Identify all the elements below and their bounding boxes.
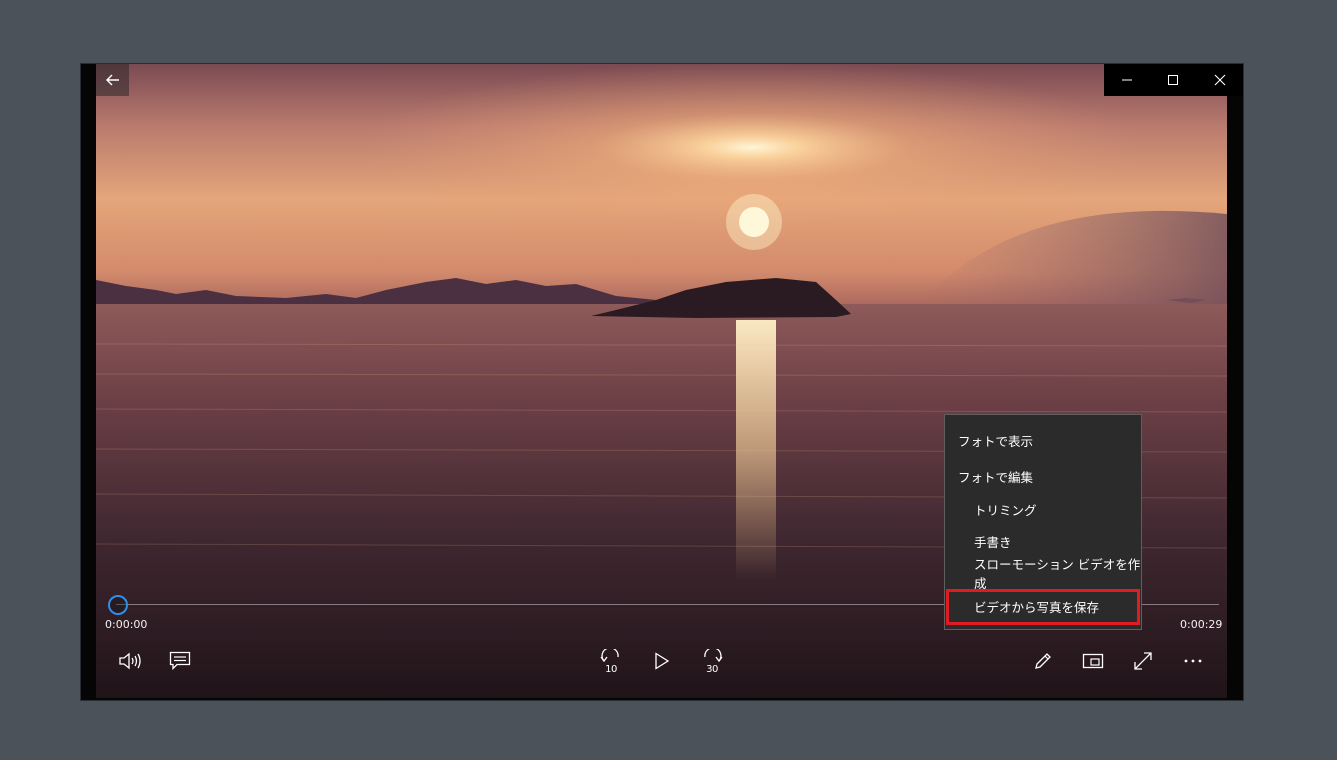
more-options-menu: フォトで表示 フォトで編集 トリミング 手書き スローモーション ビデオを作成 … — [944, 414, 1142, 630]
subtitles-icon — [169, 651, 191, 671]
seek-thumb[interactable] — [108, 595, 128, 615]
fullscreen-button[interactable] — [1128, 646, 1158, 676]
fullscreen-icon — [1133, 651, 1153, 671]
volume-icon — [118, 652, 142, 670]
menu-item-edit-in-photos[interactable]: フォトで編集 — [945, 460, 1141, 492]
menu-item-label: 手書き — [974, 534, 1012, 550]
mini-view-icon — [1082, 653, 1104, 669]
close-icon — [1214, 71, 1226, 90]
more-options-button[interactable] — [1178, 646, 1208, 676]
pencil-icon — [1033, 651, 1053, 671]
menu-item-label: スローモーション ビデオを作成 — [974, 557, 1141, 591]
menu-item-label: フォトで表示 — [958, 433, 1034, 449]
menu-item-draw[interactable]: 手書き — [945, 525, 1141, 557]
close-button[interactable] — [1197, 64, 1243, 96]
volume-button[interactable] — [115, 646, 145, 676]
more-icon — [1183, 658, 1203, 664]
window-title-controls — [1104, 64, 1243, 96]
maximize-button[interactable] — [1150, 64, 1196, 96]
minimize-button[interactable] — [1104, 64, 1150, 96]
maximize-icon — [1167, 71, 1179, 90]
skip-back-icon: 10 — [599, 649, 623, 675]
skip-forward-seconds: 30 — [706, 664, 718, 675]
skip-forward-icon: 30 — [700, 649, 724, 675]
subtitles-button[interactable] — [165, 646, 195, 676]
back-arrow-icon — [105, 71, 120, 90]
edit-button[interactable] — [1028, 646, 1058, 676]
total-time: 0:00:29 — [1180, 618, 1223, 631]
current-time: 0:00:00 — [105, 618, 148, 631]
menu-item-label: トリミング — [974, 502, 1037, 518]
minimize-icon — [1121, 71, 1133, 90]
menu-item-slow-motion[interactable]: スローモーション ビデオを作成 — [945, 557, 1141, 591]
menu-item-trim[interactable]: トリミング — [945, 493, 1141, 525]
play-icon — [654, 652, 670, 670]
skip-back-seconds: 10 — [605, 664, 617, 675]
back-button[interactable] — [96, 64, 129, 96]
play-button[interactable] — [647, 646, 677, 676]
highlight-annotation — [946, 589, 1140, 625]
menu-item-label: フォトで編集 — [958, 469, 1034, 485]
skip-back-button[interactable]: 10 — [596, 646, 626, 676]
skip-forward-button[interactable]: 30 — [697, 646, 727, 676]
menu-item-view-in-photos[interactable]: フォトで表示 — [945, 424, 1141, 456]
mini-view-button[interactable] — [1078, 646, 1108, 676]
